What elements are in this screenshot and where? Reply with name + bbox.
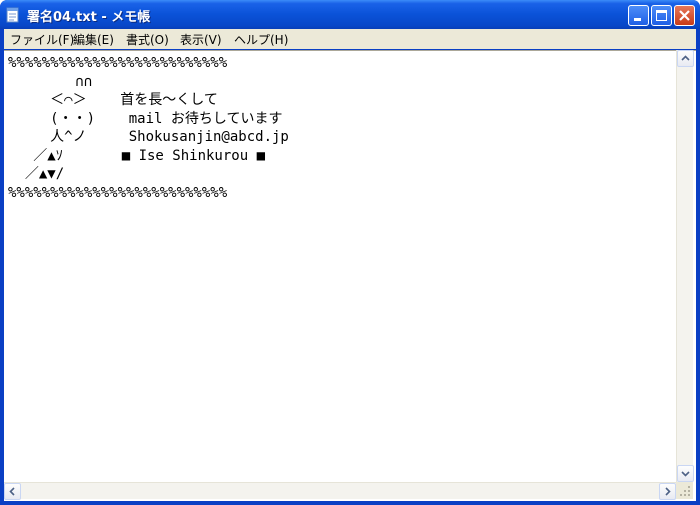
text-line: %%%%%%%%%%%%%%%%%%%%%%%%%% [8,55,228,71]
text-line: ／▲▼/ [8,166,65,182]
close-button[interactable] [674,5,695,26]
arrow-left-icon [9,487,15,496]
text-line: ／▲ｿ ■ Ise Shinkurou ■ [8,147,266,164]
menu-help[interactable]: ヘルプ(H) [234,31,288,48]
notepad-icon [6,7,19,23]
menu-bar: ファイル(F) 編集(E) 書式(O) 表示(V) ヘルプ(H) [4,29,696,49]
minimize-button[interactable] [628,5,649,26]
resize-grip-icon [680,486,690,496]
resize-grip[interactable] [676,482,693,499]
maximize-button[interactable] [651,5,672,26]
scroll-down-button[interactable] [677,465,694,482]
notepad-window: 署名04.txt - メモ帳 ファイル(F) 編集(E) 書式(O) 表示(V)… [0,0,700,505]
text-line: ＜⌒＞ 首を長～くして [8,92,218,108]
text-editor[interactable]: %%%%%%%%%%%%%%%%%%%%%%%%%% ∩∩ ＜⌒＞ 首を長～くし… [4,50,696,501]
maximize-icon [656,10,667,21]
text-line: (・・) mail お待ちしています [8,110,283,127]
vertical-scrollbar[interactable] [676,50,694,482]
arrow-right-icon [665,487,671,496]
text-line: %%%%%%%%%%%%%%%%%%%%%%%%%% [8,184,228,201]
document-text: %%%%%%%%%%%%%%%%%%%%%%%%%% ∩∩ ＜⌒＞ 首を長～くし… [8,54,289,202]
scroll-right-button[interactable] [659,483,676,500]
menu-view[interactable]: 表示(V) [180,31,222,48]
arrow-up-icon [681,55,690,61]
title-bar[interactable]: 署名04.txt - メモ帳 [0,0,700,29]
text-line: ∩∩ [8,73,93,90]
menu-format[interactable]: 書式(O) [126,31,169,48]
menu-edit[interactable]: 編集(E) [73,31,114,48]
minimize-icon [634,18,641,21]
close-icon [679,10,690,21]
window-title: 署名04.txt - メモ帳 [27,10,151,25]
arrow-down-icon [681,471,690,477]
menu-file[interactable]: ファイル(F) [10,31,74,48]
text-line: 人^ノ Shokusanjin@abcd.jp [8,129,289,145]
horizontal-scrollbar[interactable] [4,482,676,500]
scroll-left-button[interactable] [4,483,21,500]
scroll-up-button[interactable] [677,50,694,67]
